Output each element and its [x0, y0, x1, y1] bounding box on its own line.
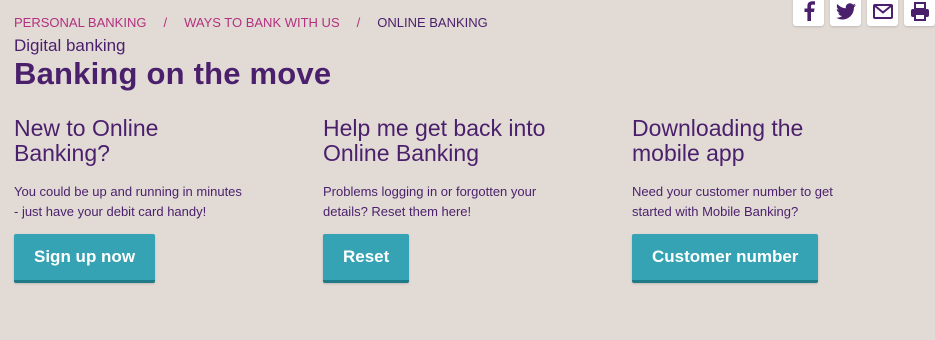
card-title-line: mobile app — [632, 140, 745, 166]
page-title: Banking on the move — [14, 56, 332, 91]
breadcrumb-ways-to-bank[interactable]: Ways to bank with us — [184, 15, 340, 30]
breadcrumb-personal-banking[interactable]: Personal Banking — [14, 15, 146, 30]
card-title-line: Online Banking — [323, 140, 479, 166]
card-text-line: started with Mobile Banking? — [632, 204, 799, 219]
reset-button[interactable]: Reset — [323, 234, 410, 283]
page-kicker: Digital banking — [14, 36, 126, 55]
email-share-button[interactable] — [867, 0, 898, 26]
card-title: Help me get back into Online Banking — [323, 116, 583, 166]
card-description: Problems logging in or forgotten your de… — [323, 182, 583, 222]
card-reset-online-banking: Help me get back into Online Banking Pro… — [323, 116, 583, 283]
card-text-line: You could be up and running in minutes — [14, 184, 242, 199]
card-description: Need your customer number to get started… — [632, 182, 892, 222]
share-bar — [793, 0, 935, 26]
card-text-line: Problems logging in or forgotten your — [323, 184, 537, 199]
card-title: New to Online Banking? — [14, 116, 274, 166]
card-title-line: Downloading the — [632, 115, 804, 141]
breadcrumb-separator: / — [163, 15, 168, 30]
breadcrumb: Personal Banking / Ways to bank with us … — [14, 15, 488, 30]
card-title-line: Banking? — [14, 140, 110, 166]
email-icon — [872, 3, 893, 19]
twitter-share-button[interactable] — [830, 0, 861, 26]
sign-up-now-button[interactable]: Sign up now — [14, 234, 156, 283]
facebook-share-button[interactable] — [793, 0, 824, 26]
print-icon — [910, 1, 929, 21]
card-mobile-app: Downloading the mobile app Need your cus… — [632, 116, 892, 283]
card-text-line: - just have your debit card handy! — [14, 204, 207, 219]
breadcrumb-separator: / — [356, 15, 361, 30]
card-title-line: New to Online — [14, 115, 159, 141]
customer-number-button[interactable]: Customer number — [632, 234, 819, 283]
card-new-to-online-banking: New to Online Banking? You could be up a… — [14, 116, 274, 283]
facebook-icon — [804, 1, 815, 21]
card-description: You could be up and running in minutes -… — [14, 182, 274, 222]
card-text-line: Need your customer number to get — [632, 184, 833, 199]
breadcrumb-current: Online Banking — [377, 15, 488, 30]
card-title: Downloading the mobile app — [632, 116, 892, 166]
card-title-line: Help me get back into — [323, 115, 546, 141]
twitter-icon — [835, 2, 856, 19]
print-button[interactable] — [904, 0, 935, 26]
card-text-line: details? Reset them here! — [323, 204, 472, 219]
